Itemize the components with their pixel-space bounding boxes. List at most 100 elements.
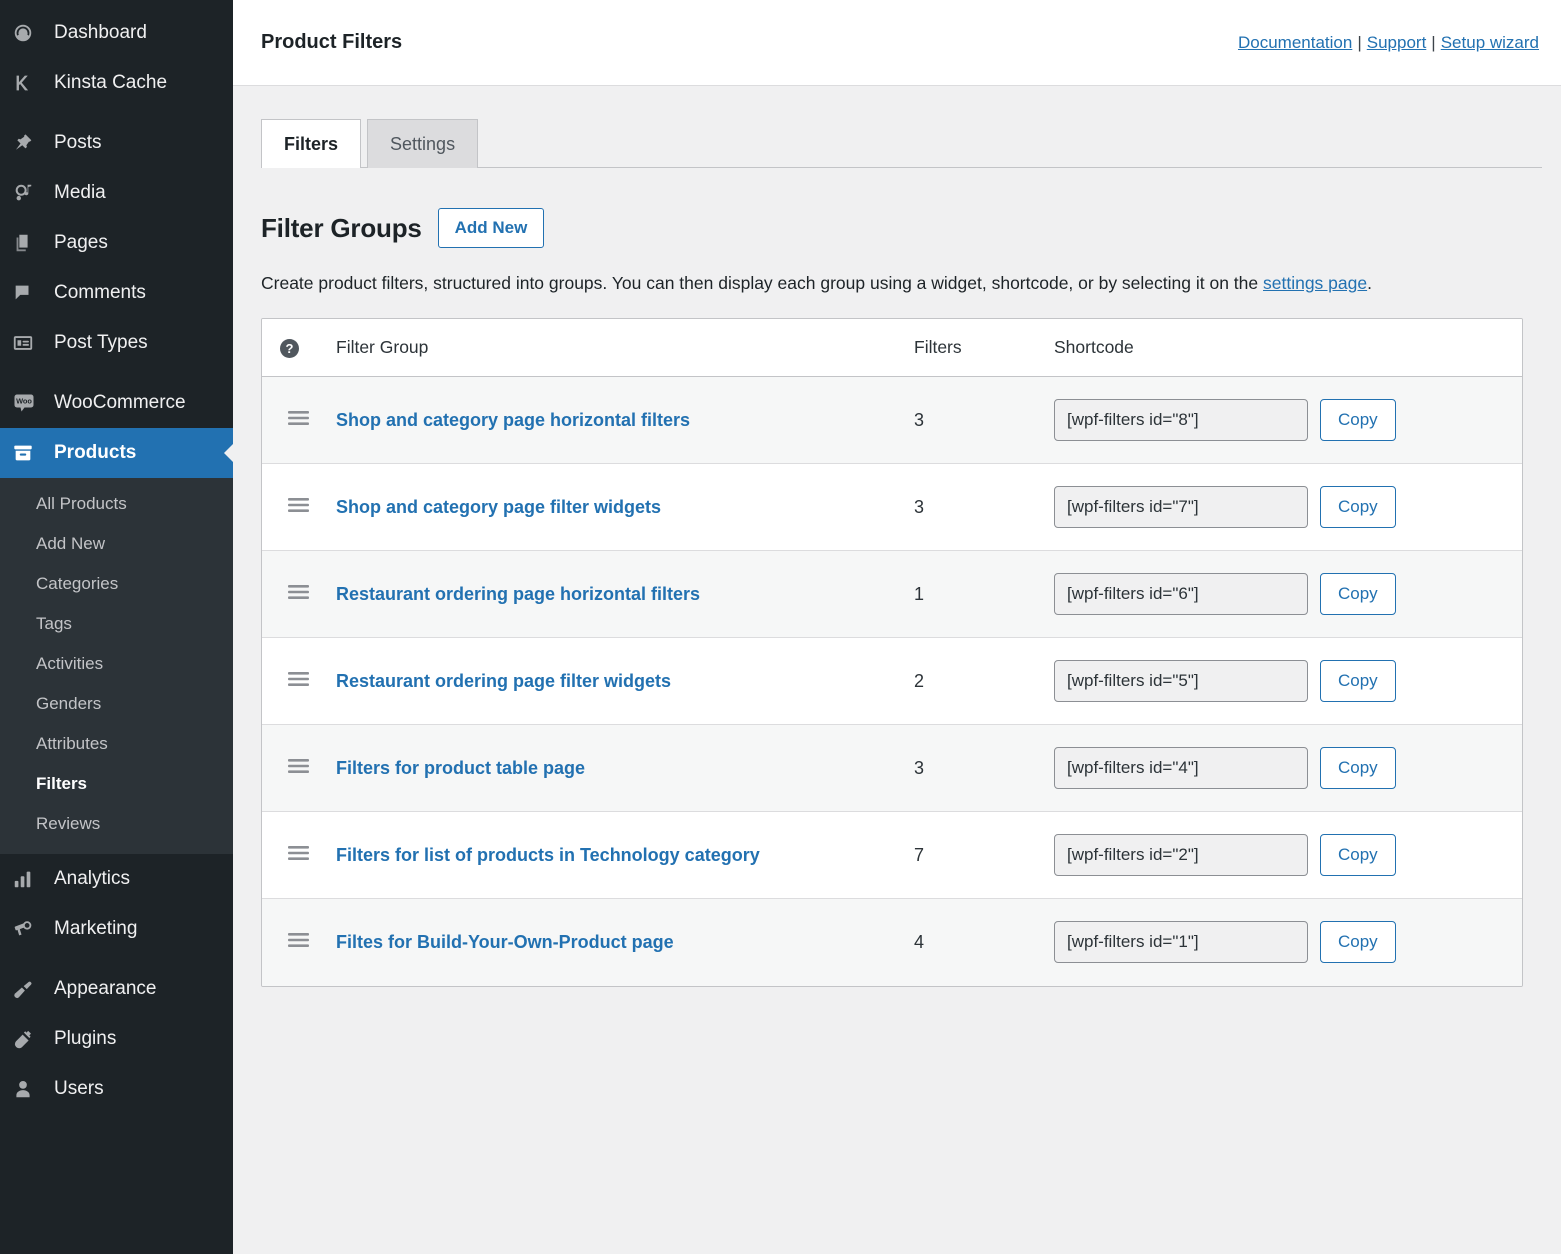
admin-sidebar: Dashboard Kinsta Cache Posts Media Pages… bbox=[0, 0, 233, 1254]
table-row[interactable]: Filters for product table page 3 Copy bbox=[262, 724, 1522, 812]
sidebar-divider bbox=[0, 108, 233, 118]
sidebar-item-products[interactable]: Products bbox=[0, 428, 233, 478]
sidebar-item-users[interactable]: Users bbox=[0, 1064, 233, 1114]
sidebar-item-media[interactable]: Media bbox=[0, 168, 233, 218]
row-filters-cell: 3 bbox=[914, 463, 1054, 551]
documentation-link[interactable]: Documentation bbox=[1238, 33, 1352, 52]
copy-button[interactable]: Copy bbox=[1320, 573, 1396, 615]
tab-settings[interactable]: Settings bbox=[367, 119, 479, 168]
table-row[interactable]: Restaurant ordering page filter widgets … bbox=[262, 637, 1522, 725]
sidebar-item-posts[interactable]: Posts bbox=[0, 118, 233, 168]
sidebar-item-label: Dashboard bbox=[54, 22, 147, 43]
filter-group-link[interactable]: Filters for list of products in Technolo… bbox=[336, 845, 760, 865]
drag-handle-icon[interactable] bbox=[288, 497, 309, 513]
table-row[interactable]: Filters for list of products in Technolo… bbox=[262, 811, 1522, 899]
filters-count: 3 bbox=[914, 409, 925, 430]
shortcode-input[interactable] bbox=[1054, 486, 1308, 528]
filter-group-link[interactable]: Filtes for Build-Your-Own-Product page bbox=[336, 932, 674, 952]
filter-group-link[interactable]: Restaurant ordering page horizontal filt… bbox=[336, 584, 700, 604]
row-drag-cell bbox=[262, 724, 336, 812]
sidebar-item-post-types[interactable]: Post Types bbox=[0, 318, 233, 368]
row-shortcode-cell: Copy bbox=[1054, 724, 1522, 812]
row-name-cell: Restaurant ordering page horizontal filt… bbox=[336, 550, 914, 638]
sidebar-item-plugins[interactable]: Plugins bbox=[0, 1014, 233, 1064]
shortcode-input[interactable] bbox=[1054, 921, 1308, 964]
drag-handle-icon[interactable] bbox=[288, 758, 309, 774]
copy-button[interactable]: Copy bbox=[1320, 486, 1396, 528]
sidebar-item-label: WooCommerce bbox=[54, 392, 186, 413]
submenu-item-all-products[interactable]: All Products bbox=[0, 484, 233, 524]
row-name-cell: Filtes for Build-Your-Own-Product page bbox=[336, 898, 914, 986]
submenu-item-filters[interactable]: Filters bbox=[0, 764, 233, 804]
submenu-item-genders[interactable]: Genders bbox=[0, 684, 233, 724]
drag-handle-icon[interactable] bbox=[288, 932, 309, 948]
sidebar-item-comments[interactable]: Comments bbox=[0, 268, 233, 318]
sidebar-item-appearance[interactable]: Appearance bbox=[0, 964, 233, 1014]
copy-button[interactable]: Copy bbox=[1320, 660, 1396, 702]
submenu-item-activities[interactable]: Activities bbox=[0, 644, 233, 684]
woocommerce-icon: Woo bbox=[12, 391, 48, 415]
copy-button[interactable]: Copy bbox=[1320, 747, 1396, 789]
setup-wizard-link[interactable]: Setup wizard bbox=[1441, 33, 1539, 52]
shortcode-input[interactable] bbox=[1054, 399, 1308, 441]
drag-handle-icon[interactable] bbox=[288, 671, 309, 687]
sidebar-item-pages[interactable]: Pages bbox=[0, 218, 233, 268]
row-shortcode-cell: Copy bbox=[1054, 637, 1522, 725]
filter-groups-title: Filter Groups bbox=[261, 212, 422, 243]
table-row[interactable]: Filtes for Build-Your-Own-Product page 4… bbox=[262, 898, 1522, 986]
sidebar-item-kinsta-cache[interactable]: Kinsta Cache bbox=[0, 58, 233, 108]
sidebar-item-label: Products bbox=[54, 442, 137, 463]
filter-group-link[interactable]: Filters for product table page bbox=[336, 758, 585, 778]
filters-count: 1 bbox=[914, 583, 925, 604]
filter-group-link[interactable]: Shop and category page horizontal filter… bbox=[336, 410, 690, 430]
copy-button[interactable]: Copy bbox=[1320, 834, 1396, 876]
shortcode-input[interactable] bbox=[1054, 573, 1308, 615]
submenu-item-tags[interactable]: Tags bbox=[0, 604, 233, 644]
sidebar-item-label: Users bbox=[54, 1078, 104, 1099]
header-links: Documentation | Support | Setup wizard bbox=[1238, 33, 1539, 53]
sidebar-item-dashboard[interactable]: Dashboard bbox=[0, 8, 233, 58]
row-filters-cell: 3 bbox=[914, 377, 1054, 464]
table-header-row: ? Filter Group Filters Shortcode bbox=[262, 319, 1522, 377]
sidebar-item-analytics[interactable]: Analytics bbox=[0, 854, 233, 904]
table-row[interactable]: Shop and category page filter widgets 3 … bbox=[262, 463, 1522, 551]
sidebar-divider bbox=[0, 954, 233, 964]
submenu-item-add-new[interactable]: Add New bbox=[0, 524, 233, 564]
sidebar-item-label: Pages bbox=[54, 232, 108, 253]
filter-group-link[interactable]: Restaurant ordering page filter widgets bbox=[336, 671, 671, 691]
row-name-cell: Shop and category page filter widgets bbox=[336, 463, 914, 551]
settings-page-link[interactable]: settings page bbox=[1263, 273, 1367, 293]
filters-count: 4 bbox=[914, 931, 925, 952]
submenu-item-reviews[interactable]: Reviews bbox=[0, 804, 233, 844]
help-icon[interactable]: ? bbox=[280, 339, 299, 358]
tab-filters[interactable]: Filters bbox=[261, 119, 362, 168]
sidebar-item-label: Media bbox=[54, 182, 106, 203]
sidebar-item-woocommerce[interactable]: Woo WooCommerce bbox=[0, 378, 233, 428]
filters-count: 3 bbox=[914, 757, 925, 778]
copy-button[interactable]: Copy bbox=[1320, 921, 1396, 964]
filters-count: 3 bbox=[914, 496, 925, 517]
submenu-item-attributes[interactable]: Attributes bbox=[0, 724, 233, 764]
row-shortcode-cell: Copy bbox=[1054, 377, 1522, 464]
user-icon bbox=[12, 1078, 48, 1100]
add-new-button[interactable]: Add New bbox=[437, 208, 545, 248]
sidebar-item-label: Post Types bbox=[54, 332, 148, 353]
table-row[interactable]: Shop and category page horizontal filter… bbox=[262, 376, 1522, 464]
table-row[interactable]: Restaurant ordering page horizontal filt… bbox=[262, 550, 1522, 638]
drag-handle-icon[interactable] bbox=[288, 410, 309, 426]
copy-button[interactable]: Copy bbox=[1320, 399, 1396, 441]
drag-handle-icon[interactable] bbox=[288, 845, 309, 861]
filter-group-link[interactable]: Shop and category page filter widgets bbox=[336, 497, 661, 517]
sidebar-item-marketing[interactable]: Marketing bbox=[0, 904, 233, 954]
row-shortcode-cell: Copy bbox=[1054, 463, 1522, 551]
row-drag-cell bbox=[262, 811, 336, 899]
shortcode-input[interactable] bbox=[1054, 660, 1308, 702]
drag-handle-icon[interactable] bbox=[288, 584, 309, 600]
shortcode-input[interactable] bbox=[1054, 747, 1308, 789]
pages-icon bbox=[12, 232, 48, 254]
page-header: Product Filters Documentation | Support | Se… bbox=[233, 0, 1561, 86]
submenu-item-categories[interactable]: Categories bbox=[0, 564, 233, 604]
shortcode-input[interactable] bbox=[1054, 834, 1308, 876]
support-link[interactable]: Support bbox=[1367, 33, 1427, 52]
products-submenu: All Products Add New Categories Tags Act… bbox=[0, 478, 233, 854]
